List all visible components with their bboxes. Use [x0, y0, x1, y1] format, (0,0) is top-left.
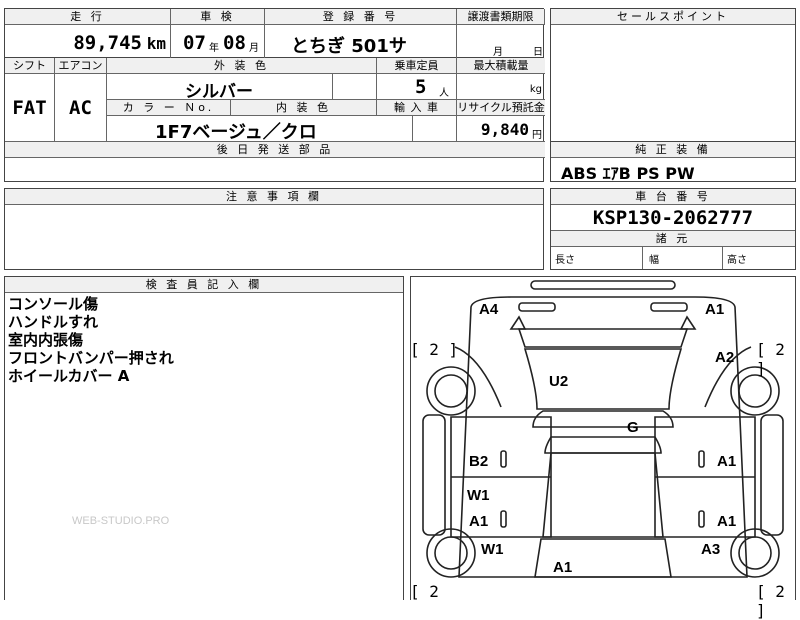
damage-mark-a1-right-door: A1 [717, 453, 737, 470]
mileage-header: 走 行 [5, 9, 171, 25]
inspector-notes: コンソール傷 ハンドルすれ 室内内張傷 フロントバンパー押され ホイールカバー … [5, 293, 177, 387]
equipment-box: 純 正 装 備 ABS ｴｱB PS PW [550, 142, 796, 183]
capacity-unit: 人 [439, 88, 449, 99]
chassis-value: KSP130-2062777 [592, 207, 754, 229]
height-label: 高さ [727, 255, 747, 266]
tire-mark-left-bottom: [ 2 [410, 582, 439, 601]
exterior-value-cell: シルバー [107, 74, 333, 100]
registration-header: 登 録 番 号 [265, 9, 457, 25]
damage-mark-g: G [627, 419, 639, 436]
damage-mark-a1-left-rear-door: A1 [469, 513, 489, 530]
transfer-day: 日 [533, 47, 543, 58]
car-diagram-illustration [422, 280, 784, 578]
inspection-header: 車 検 [171, 9, 265, 25]
interior-header: 内 装 色 [231, 100, 377, 116]
ac-header: エアコン [55, 58, 107, 74]
note-line: 室内内張傷 [8, 331, 84, 349]
plate-value: とちぎ 501サ2975 [291, 36, 407, 57]
month-unit: 月 [249, 43, 259, 54]
tire-mark-right-top: [ 2 ] [756, 340, 785, 378]
damage-mark-b2: B2 [469, 453, 489, 470]
import-value-cell [413, 116, 457, 142]
damage-mark-a1-right-rear-door: A1 [717, 513, 737, 530]
damage-mark-a1-rear: A1 [553, 559, 573, 576]
transfer-month: 月 [493, 47, 503, 58]
inspector-header: 検 査 員 記 入 欄 [5, 277, 403, 293]
damage-mark-a2: A2 [715, 349, 735, 366]
damage-mark-w1-left: W1 [467, 487, 490, 504]
recycle-value-cell: 9,840 円 [457, 116, 545, 142]
caution-box: 注 意 事 項 欄 [4, 188, 544, 270]
inspection-cell: 07 年 08 月 [171, 25, 265, 59]
capacity-value-cell: 5 人 [377, 74, 457, 100]
vehicle-detail-table: シフト エアコン 外 装 色 乗車定員 最大積載量 FAT AC シルバー 5 … [4, 58, 545, 182]
max-load-header: 最大積載量 [457, 58, 545, 74]
damage-mark-u2: U2 [549, 373, 569, 390]
chassis-value-cell: KSP130-2062777 [551, 205, 795, 231]
recycle-unit: 円 [532, 130, 542, 141]
ac-value: AC [55, 74, 107, 142]
chassis-header: 車 台 番 号 [551, 189, 795, 205]
chassis-box: 車 台 番 号 KSP130-2062777 諸 元 長さ 幅 高さ [550, 188, 796, 270]
damage-mark-w1-rear: W1 [481, 541, 504, 558]
inspector-box: 検 査 員 記 入 欄 コンソール傷 ハンドルすれ 室内内張傷 フロントバンパー… [4, 276, 404, 600]
shift-value: FAT [5, 74, 55, 142]
tire-mark-left-top: [ 2 ] [410, 340, 459, 359]
mileage-value: 89,745 [73, 32, 142, 54]
dims-header: 諸 元 [551, 231, 795, 247]
equipment-header: 純 正 装 備 [551, 142, 795, 158]
capacity-header: 乗車定員 [377, 58, 457, 74]
top-info-table: 走 行 車 検 登 録 番 号 譲渡書類期限 89,745 km 07 年 08… [4, 8, 545, 59]
equipment-value: ABS ｴｱB PS PW [561, 164, 695, 183]
note-line: ホイールカバー A [8, 367, 130, 385]
tire-mark-right-bottom: [ 2 ] [756, 582, 785, 620]
length-cell: 長さ [551, 247, 643, 269]
damage-mark-a3: A3 [701, 541, 721, 558]
watermark: WEB-STUDIO.PRO [72, 515, 170, 527]
damage-mark-a1-front-right: A1 [705, 301, 725, 318]
height-cell: 高さ [723, 247, 795, 269]
exterior-header: 外 装 色 [107, 58, 377, 74]
transfer-header: 譲渡書類期限 [457, 9, 545, 25]
length-label: 長さ [555, 255, 575, 266]
sales-point-header: セールスポイント [551, 9, 795, 25]
width-label: 幅 [649, 255, 659, 266]
shift-header: シフト [5, 58, 55, 74]
exterior-extra-cell [333, 74, 377, 100]
note-line: コンソール傷 [8, 295, 99, 313]
width-cell: 幅 [643, 247, 723, 269]
max-load-value-cell: kg [457, 74, 545, 100]
parts-header: 後 日 発 送 部 品 [5, 142, 545, 158]
mileage-unit: km [146, 34, 166, 53]
color-interior-value: 1F7ベージュ／クロ [155, 122, 317, 142]
note-line: フロントバンパー押され [8, 349, 174, 367]
load-unit: kg [529, 84, 542, 95]
damage-mark-a4: A4 [479, 301, 499, 318]
parts-value-cell [5, 158, 545, 182]
mileage-cell: 89,745 km [5, 25, 171, 59]
recycle-value: 9,840 [480, 120, 529, 139]
import-header: 輸 入 車 [377, 100, 457, 116]
car-diagram-box: A4 A1 A2 U2 G B2 A1 W1 A1 A1 W1 A1 A3 [410, 276, 796, 600]
sales-point-box: セールスポイント [550, 8, 796, 142]
inspection-year: 07 [183, 32, 206, 54]
capacity-value: 5 [415, 76, 427, 98]
color-interior-cell: 1F7ベージュ／クロ [107, 116, 413, 142]
exterior-value: シルバー [185, 82, 253, 100]
year-unit: 年 [209, 43, 219, 54]
plate-cell: とちぎ 501サ2975 [265, 25, 457, 59]
recycle-header: リサイクル預託金 [457, 100, 545, 116]
inspection-month: 08 [223, 32, 246, 54]
note-line: ハンドルすれ [8, 313, 99, 331]
caution-header: 注 意 事 項 欄 [5, 189, 543, 205]
color-no-header: カ ラ ー Ｎo. [107, 100, 231, 116]
transfer-cell: 月 日 [457, 25, 545, 59]
